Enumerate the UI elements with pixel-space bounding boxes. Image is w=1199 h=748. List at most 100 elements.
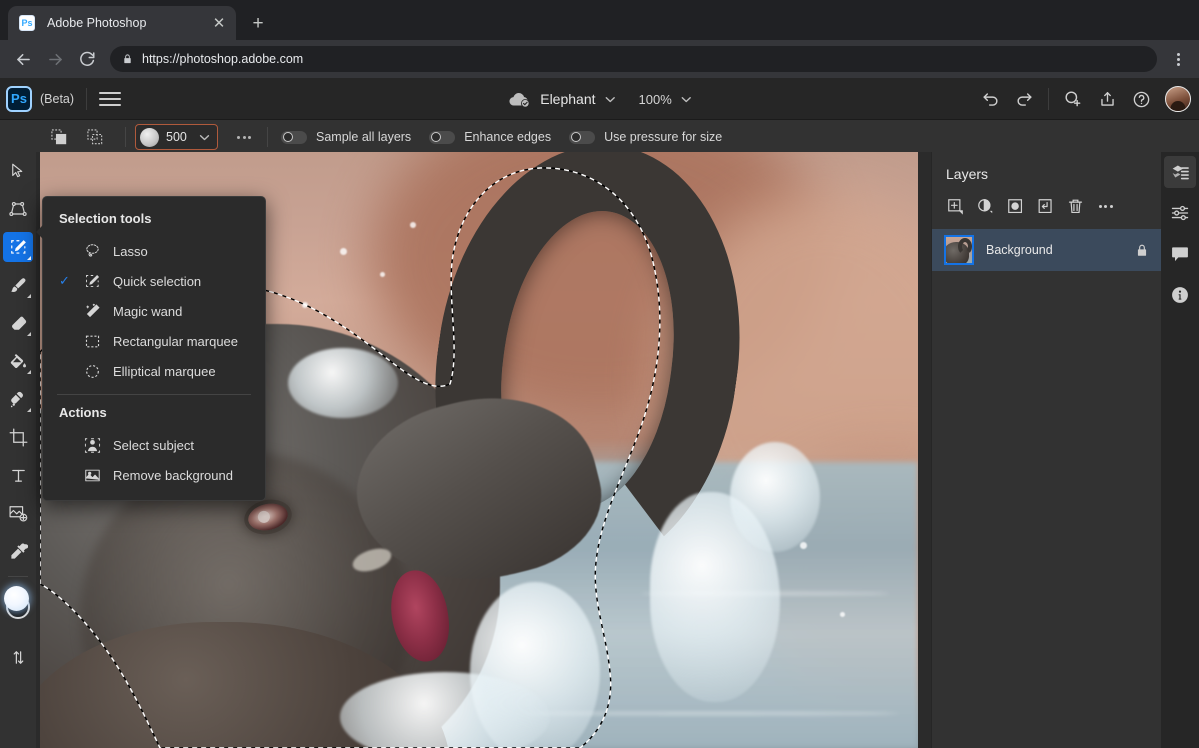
generative-fill-tool[interactable] [3, 498, 33, 528]
lasso-icon [77, 243, 107, 260]
header-divider-2 [1048, 88, 1049, 110]
undo-icon[interactable] [976, 85, 1004, 113]
adjustment-layer-button[interactable] [972, 194, 999, 219]
app-header: Ps (Beta) Elephant 100% [0, 78, 1199, 120]
eraser-tool[interactable] [3, 308, 33, 338]
redo-icon[interactable] [1010, 85, 1038, 113]
brush-size-value: 500 [166, 130, 187, 144]
beta-label: (Beta) [40, 91, 75, 106]
transform-tool[interactable] [3, 194, 33, 224]
brush-chevron-down-icon[interactable] [199, 134, 210, 141]
help-circle-icon[interactable] [1127, 85, 1155, 113]
main-workspace: Layers Background Selection tools Lasso … [0, 152, 1199, 748]
address-bar[interactable]: https://photoshop.adobe.com [110, 46, 1157, 72]
water-droplet [800, 542, 807, 549]
sample-all-layers-label: Sample all layers [316, 130, 412, 144]
flyout-label: Quick selection [113, 273, 202, 289]
toolbar-divider [8, 576, 28, 577]
document-name[interactable]: Elephant [540, 91, 595, 107]
water-splash [730, 442, 820, 552]
options-divider-1 [125, 127, 126, 147]
subtract-selection-icon[interactable] [80, 124, 110, 150]
header-actions [976, 78, 1191, 120]
layer-mask-button[interactable] [1002, 194, 1029, 219]
eyedropper-tool[interactable] [3, 536, 33, 566]
trash-icon[interactable] [1062, 194, 1089, 219]
options-divider-2 [267, 127, 268, 147]
close-icon[interactable]: ✕ [210, 14, 228, 32]
tool-flyout-indicator [27, 370, 31, 374]
lock-icon [122, 53, 133, 65]
use-pressure-for-size-toggle[interactable] [569, 130, 596, 144]
flyout-action-remove-background[interactable]: Remove background [43, 460, 265, 490]
comments-panel-tab[interactable] [1164, 238, 1196, 270]
quick-selection-tool[interactable] [3, 232, 33, 262]
flyout-section-title-tools: Selection tools [59, 211, 152, 226]
swap-arrows-icon[interactable] [3, 642, 33, 672]
add-layer-button[interactable] [942, 194, 969, 219]
properties-panel-tab[interactable] [1164, 197, 1196, 229]
share-icon[interactable] [1093, 85, 1121, 113]
flyout-label: Select subject [113, 437, 194, 453]
cloud-saved-icon [507, 91, 531, 108]
layer-more-button[interactable] [1092, 194, 1119, 219]
photoshop-favicon-icon: Ps [19, 15, 35, 31]
browser-tab[interactable]: Ps Adobe Photoshop ✕ [8, 6, 236, 40]
new-selection-icon[interactable] [44, 124, 74, 150]
arrow-left-icon[interactable] [8, 44, 38, 74]
more-options-dots-icon[interactable] [230, 125, 258, 149]
type-tool[interactable] [3, 460, 33, 490]
photoshop-logo-icon[interactable]: Ps [6, 85, 32, 112]
arrow-right-icon[interactable] [40, 44, 70, 74]
tool-flyout-indicator [27, 294, 31, 298]
flyout-item-elliptical-marquee[interactable]: Elliptical marquee [43, 356, 265, 386]
sample-all-layers-toggle-group: Sample all layers [281, 130, 411, 144]
flyout-label: Remove background [113, 467, 233, 483]
kebab-menu-icon[interactable] [1165, 46, 1191, 72]
browser-tab-bar: Ps Adobe Photoshop ✕ + [0, 0, 1199, 40]
enhance-edges-label: Enhance edges [464, 130, 552, 144]
layers-panel-tab[interactable] [1164, 156, 1196, 188]
foreground-color-swatch[interactable] [4, 586, 29, 611]
brush-tool[interactable] [3, 270, 33, 300]
user-avatar[interactable] [1165, 86, 1191, 112]
favicon-label: Ps [21, 17, 33, 28]
water-droplet [302, 302, 308, 308]
flyout-action-select-subject[interactable]: Select subject [43, 430, 265, 460]
chevron-down-icon[interactable] [605, 96, 616, 103]
water-droplet [340, 248, 347, 255]
group-layer-button[interactable] [1032, 194, 1059, 219]
zoom-level[interactable]: 100% [639, 92, 672, 107]
tool-flyout-indicator [27, 408, 31, 412]
info-panel-tab[interactable] [1164, 279, 1196, 311]
hamburger-menu-icon[interactable] [99, 91, 122, 106]
healing-tool[interactable] [3, 384, 33, 414]
fill-tool[interactable] [3, 346, 33, 376]
enhance-edges-toggle[interactable] [429, 130, 456, 144]
use-pressure-for-size-label: Use pressure for size [604, 130, 723, 144]
sample-all-layers-toggle[interactable] [281, 130, 307, 144]
browser-toolbar: https://photoshop.adobe.com [0, 40, 1199, 78]
crop-tool[interactable] [3, 422, 33, 452]
flyout-item-rectangular-marquee[interactable]: Rectangular marquee [43, 326, 265, 356]
remove-background-icon [77, 467, 107, 484]
lock-icon[interactable] [1135, 243, 1149, 258]
flyout-label: Rectangular marquee [113, 333, 239, 349]
enhance-edges-toggle-group: Enhance edges [429, 130, 551, 144]
reload-icon[interactable] [72, 44, 102, 74]
flyout-item-magic-wand[interactable]: Magic wand [43, 296, 265, 326]
zoom-chevron-down-icon[interactable] [681, 96, 692, 103]
plus-icon[interactable]: + [244, 9, 272, 37]
add-person-icon[interactable] [1059, 85, 1087, 113]
selection-tools-flyout: Selection tools Lasso ✓ Quick selection [36, 196, 266, 501]
header-divider [86, 87, 88, 110]
water-droplet [380, 272, 385, 277]
check-icon: ✓ [59, 273, 70, 288]
flyout-item-lasso[interactable]: Lasso [43, 236, 265, 266]
flyout-item-quick-selection[interactable]: ✓ Quick selection [43, 266, 265, 296]
table-row[interactable]: Background [932, 229, 1161, 271]
flyout-divider [57, 394, 251, 395]
brush-size-field[interactable]: 500 [135, 124, 218, 150]
color-swatches[interactable] [3, 586, 33, 620]
move-tool[interactable] [3, 156, 33, 186]
